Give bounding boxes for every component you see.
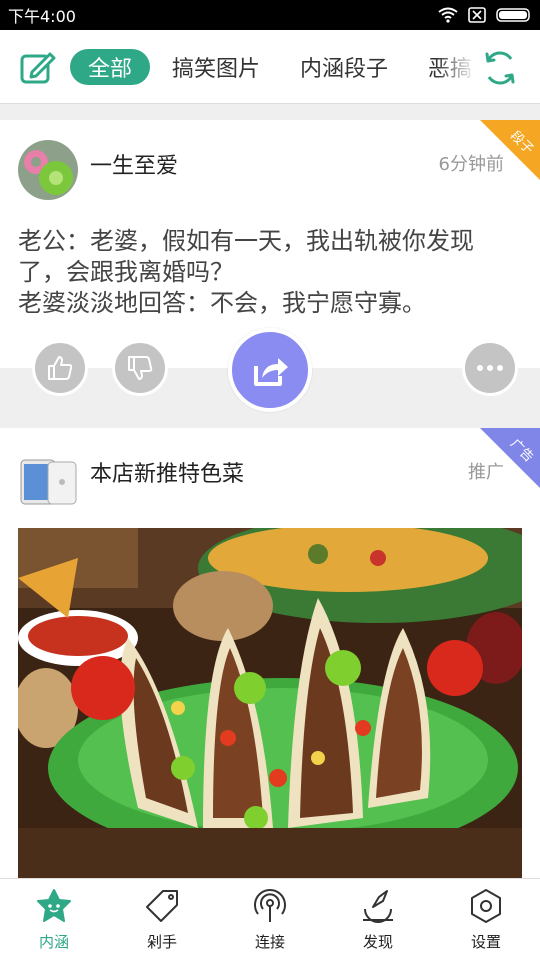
tab-funny-pictures[interactable]: 搞笑图片 [172,51,260,83]
nav-item-connect[interactable]: 连接 [216,879,324,960]
discover-icon [363,890,393,923]
battery-icon [496,8,530,22]
broadcast-icon [254,889,286,922]
nav-label: 设置 [470,933,501,951]
device-image [20,459,77,505]
feed-card-ad: 本店新推特色菜 推广 广告 [0,428,540,878]
like-button[interactable] [32,340,88,396]
tag-icon [146,890,178,922]
share-icon [254,358,288,386]
ad-title[interactable]: 本店新推特色菜 [90,456,244,488]
settings-icon [471,889,501,923]
nav-item-settings[interactable]: 设置 [432,879,540,960]
thumbs-down-icon [128,356,153,380]
edit-icon[interactable] [18,48,58,88]
tab-all[interactable]: 全部 [70,49,151,85]
nav-label: 连接 [254,933,285,951]
star-home-icon [37,889,71,922]
post-text[interactable]: 老公：老婆，假如有一天，我出轨被你发现了，会跟我离婚吗？ 老婆淡淡地回答：不会，… [18,226,518,319]
username[interactable]: 一生至爱 [90,148,178,180]
nav-label: 发现 [362,933,393,951]
more-icon [477,365,503,371]
nav-item-neihan[interactable]: 内涵 [0,879,108,960]
advertiser-avatar[interactable] [18,452,78,512]
category-badge: 段子 [480,120,540,180]
taco-photo [18,528,522,878]
avatar-image [18,140,78,200]
share-button[interactable] [228,328,312,412]
category-tabs: 全部 搞笑图片 内涵段子 恶搞 [70,30,480,103]
dislike-button[interactable] [112,340,168,396]
status-time: 下午4:00 [8,7,76,26]
ad-badge: 广告 [480,428,540,488]
sim-icon [468,7,486,23]
nav-label: 剁手 [146,933,177,951]
nav-label: 内涵 [38,933,69,951]
tab-jokes[interactable]: 内涵段子 [300,51,388,83]
refresh-icon[interactable] [480,48,520,88]
user-avatar[interactable] [18,140,78,200]
bottom-navigation: 内涵 剁手 连接 发现 设置 [0,878,540,960]
more-button[interactable] [462,340,518,396]
top-tab-bar: 全部 搞笑图片 内涵段子 恶搞 [0,30,540,104]
wifi-icon [438,7,458,23]
nav-item-discover[interactable]: 发现 [324,879,432,960]
nav-item-shopping[interactable]: 剁手 [108,879,216,960]
ad-image[interactable] [18,528,522,878]
thumbs-up-icon [48,356,73,380]
status-bar: 下午4:00 [0,0,540,30]
